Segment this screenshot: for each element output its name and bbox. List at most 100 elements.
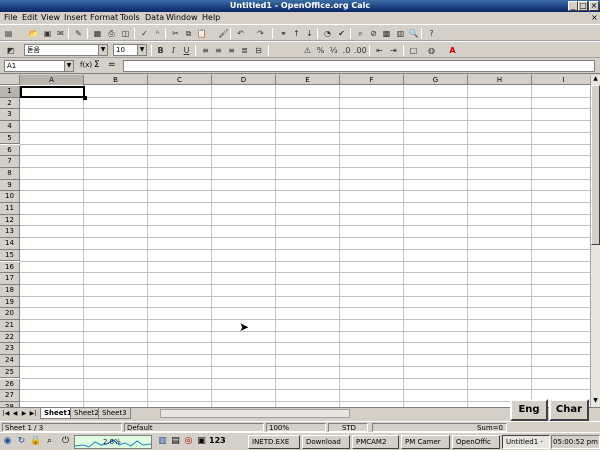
- refresh-icon[interactable]: ↻: [16, 436, 27, 447]
- format-paintbrush-icon[interactable]: 🖌: [218, 28, 229, 39]
- previous-sheet-icon[interactable]: ◀: [11, 409, 19, 418]
- font-size-combo[interactable]: 10 ▼: [113, 44, 147, 56]
- ime-char-button[interactable]: Char: [549, 399, 589, 421]
- chevron-down-icon[interactable]: ▼: [137, 45, 146, 55]
- minimize-button[interactable]: _: [568, 1, 578, 11]
- column-header-c[interactable]: C: [148, 75, 212, 85]
- task-pm-camera[interactable]: PM Camer: [401, 435, 450, 449]
- row-header[interactable]: 27: [0, 390, 20, 402]
- copy-icon[interactable]: ⧉: [183, 28, 194, 39]
- document-close-icon[interactable]: ×: [590, 13, 599, 22]
- menu-window[interactable]: Window: [166, 12, 198, 24]
- export-pdf-icon[interactable]: ▦: [92, 28, 103, 39]
- app-icon[interactable]: ▥: [157, 436, 168, 447]
- first-sheet-icon[interactable]: |◀: [2, 409, 10, 418]
- align-center-icon[interactable]: ≡: [213, 45, 224, 56]
- background-color-icon[interactable]: ◍: [426, 45, 437, 56]
- last-sheet-icon[interactable]: ▶|: [29, 409, 37, 418]
- justify-icon[interactable]: ≣: [239, 45, 250, 56]
- save-icon[interactable]: ▣: [42, 28, 53, 39]
- row-header[interactable]: 17: [0, 273, 20, 285]
- align-right-icon[interactable]: ≡: [226, 45, 237, 56]
- bold-icon[interactable]: B: [155, 45, 166, 56]
- sort-ascending-icon[interactable]: ↑: [291, 28, 302, 39]
- spellcheck-icon[interactable]: ✓: [139, 28, 150, 39]
- row-header[interactable]: 2: [0, 97, 20, 110]
- page-preview-icon[interactable]: ◫: [120, 28, 131, 39]
- row-header[interactable]: 11: [0, 203, 20, 215]
- row-header[interactable]: 21: [0, 320, 20, 332]
- select-all-corner[interactable]: [0, 75, 20, 85]
- email-icon[interactable]: ✉: [55, 28, 66, 39]
- selected-cell-a1[interactable]: [20, 86, 85, 98]
- hyperlink-icon[interactable]: ⚭: [278, 28, 289, 39]
- task-pmcam2[interactable]: PMCAM2: [352, 435, 399, 449]
- row-header[interactable]: 9: [0, 179, 20, 192]
- row-header[interactable]: 23: [0, 343, 20, 356]
- row-header[interactable]: 24: [0, 355, 20, 367]
- column-header-b[interactable]: B: [84, 75, 148, 85]
- gallery-icon[interactable]: ▩: [381, 28, 392, 39]
- row-header[interactable]: 16: [0, 261, 20, 274]
- increase-indent-icon[interactable]: ⇥: [388, 45, 399, 56]
- underline-icon[interactable]: U: [181, 45, 192, 56]
- sum-icon[interactable]: Σ: [94, 60, 100, 70]
- styles-icon[interactable]: ◩: [5, 45, 16, 56]
- row-header[interactable]: 14: [0, 238, 20, 250]
- currency-icon[interactable]: ⚠: [302, 45, 313, 56]
- media-icon[interactable]: ◎: [183, 436, 194, 447]
- ime-tray-label[interactable]: 123: [209, 436, 226, 445]
- row-header[interactable]: 8: [0, 167, 20, 180]
- column-header-a[interactable]: A: [20, 75, 84, 85]
- ime-eng-button[interactable]: Eng: [510, 399, 548, 421]
- row-header[interactable]: 19: [0, 296, 20, 309]
- vertical-scrollbar[interactable]: ▲ ▼: [590, 75, 600, 407]
- add-decimal-icon[interactable]: .0: [341, 45, 352, 56]
- menu-view[interactable]: View: [41, 12, 60, 24]
- menu-data[interactable]: Data: [145, 12, 164, 24]
- status-zoom[interactable]: 100%: [266, 423, 326, 432]
- column-header-h[interactable]: H: [468, 75, 532, 85]
- zoom-icon[interactable]: 🔍: [408, 28, 419, 39]
- name-box[interactable]: A1 ▼: [4, 60, 74, 72]
- datasources-icon[interactable]: ▥: [395, 28, 406, 39]
- redo-icon[interactable]: ↷: [255, 28, 266, 39]
- italic-icon[interactable]: I: [168, 45, 179, 56]
- row-header[interactable]: 12: [0, 214, 20, 227]
- align-left-icon[interactable]: ≡: [200, 45, 211, 56]
- power-icon[interactable]: ⏻: [60, 436, 71, 447]
- task-inetd[interactable]: INETD.EXE: [248, 435, 300, 449]
- row-header[interactable]: 25: [0, 366, 20, 379]
- standard-format-icon[interactable]: ⅓: [328, 45, 339, 56]
- menu-insert[interactable]: Insert: [64, 12, 87, 24]
- delete-decimal-icon[interactable]: .00: [354, 45, 367, 56]
- insert-chart-icon[interactable]: ◔: [322, 28, 333, 39]
- next-sheet-icon[interactable]: ▶: [20, 409, 28, 418]
- print-icon[interactable]: ⎙: [106, 28, 117, 39]
- row-header[interactable]: 10: [0, 191, 20, 203]
- show-draw-functions-icon[interactable]: ✔: [336, 28, 347, 39]
- menu-edit[interactable]: Edit: [22, 12, 38, 24]
- column-header-g[interactable]: G: [404, 75, 468, 85]
- cut-icon[interactable]: ✂: [170, 28, 181, 39]
- chevron-down-icon[interactable]: ▼: [64, 61, 73, 71]
- start-icon[interactable]: ◉: [2, 436, 13, 447]
- merge-cells-icon[interactable]: ⊟: [253, 45, 264, 56]
- row-header[interactable]: 20: [0, 308, 20, 320]
- column-header-f[interactable]: F: [340, 75, 404, 85]
- menu-tools[interactable]: Tools: [120, 12, 140, 24]
- lock-icon[interactable]: 🔒: [30, 436, 41, 447]
- new-document-icon[interactable]: ▤: [3, 28, 14, 39]
- find-replace-icon[interactable]: ⌕: [355, 28, 366, 39]
- help-icon[interactable]: ?: [426, 28, 437, 39]
- formula-input[interactable]: [123, 60, 595, 72]
- status-selection-mode[interactable]: STD: [328, 423, 368, 432]
- row-header[interactable]: 26: [0, 378, 20, 391]
- horizontal-scrollbar[interactable]: [160, 409, 350, 418]
- column-header-i[interactable]: I: [532, 75, 590, 85]
- function-wizard-icon[interactable]: f(x): [80, 61, 92, 69]
- close-button[interactable]: ×: [589, 1, 599, 11]
- task-openoffice[interactable]: OpenOffic: [452, 435, 500, 449]
- maximize-button[interactable]: □: [578, 1, 588, 11]
- chevron-down-icon[interactable]: ▼: [98, 45, 107, 55]
